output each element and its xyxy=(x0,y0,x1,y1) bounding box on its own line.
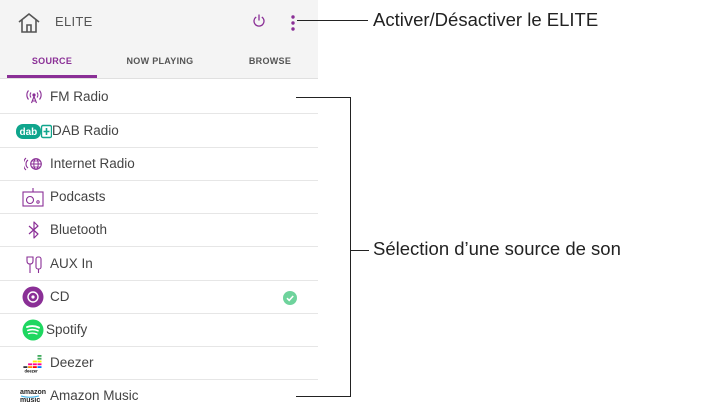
source-item-deezer[interactable]: deezer Deezer xyxy=(0,346,318,380)
source-label: AUX In xyxy=(50,256,93,271)
source-label: Deezer xyxy=(50,355,94,370)
source-item-bluetooth[interactable]: Bluetooth xyxy=(0,213,318,247)
amazon-music-icon: amazon music xyxy=(20,389,46,403)
source-label: Podcasts xyxy=(50,189,106,204)
bluetooth-icon xyxy=(28,221,39,239)
svg-text:deezer: deezer xyxy=(25,369,39,374)
source-callout-line xyxy=(350,250,369,252)
dab-logo-icon: dab xyxy=(16,124,52,139)
source-item-fm-radio[interactable]: FM Radio xyxy=(0,80,318,114)
spotify-icon xyxy=(22,319,44,341)
svg-text:music: music xyxy=(20,397,40,403)
deezer-icon: deezer xyxy=(23,355,42,374)
bracket-top-line xyxy=(296,97,351,99)
app-screen: ELITE SOURCE NOW PLAYING BROWSE FM Radio xyxy=(0,0,318,403)
source-item-podcasts[interactable]: Podcasts xyxy=(0,180,318,214)
power-callout-text: Activer/Désactiver le ELITE xyxy=(373,9,599,30)
source-item-spotify[interactable]: Spotify xyxy=(0,313,318,347)
source-item-dab-radio[interactable]: dab DAB Radio xyxy=(0,114,318,148)
source-label: DAB Radio xyxy=(52,123,119,138)
selected-check-icon xyxy=(283,291,297,305)
podcast-icon xyxy=(22,188,44,207)
source-item-cd[interactable]: CD xyxy=(0,280,318,314)
tab-bar: SOURCE NOW PLAYING BROWSE xyxy=(0,44,318,79)
active-tab-indicator xyxy=(7,75,97,78)
source-label: Internet Radio xyxy=(50,156,135,171)
internet-radio-icon xyxy=(24,157,42,171)
svg-text:dab: dab xyxy=(20,127,38,138)
tab-browse[interactable]: BROWSE xyxy=(225,44,315,78)
cd-icon xyxy=(22,286,44,308)
source-label: CD xyxy=(50,289,70,304)
tab-source[interactable]: SOURCE xyxy=(7,44,97,78)
source-callout-text: Sélection d’une source de son xyxy=(373,238,621,259)
power-icon[interactable] xyxy=(252,13,266,29)
source-item-internet-radio[interactable]: Internet Radio xyxy=(0,147,318,181)
home-icon[interactable] xyxy=(17,12,41,34)
power-callout-line xyxy=(297,20,368,22)
source-label: Amazon Music xyxy=(50,388,139,403)
svg-text:amazon: amazon xyxy=(20,389,46,396)
bracket-vertical-line xyxy=(350,97,352,397)
more-vertical-icon[interactable] xyxy=(289,14,297,32)
source-label: Spotify xyxy=(46,322,88,337)
source-label: Bluetooth xyxy=(50,222,108,237)
tab-now-playing[interactable]: NOW PLAYING xyxy=(110,44,210,78)
source-item-amazon-music[interactable]: amazon music Amazon Music xyxy=(0,379,318,403)
source-label: FM Radio xyxy=(50,89,109,104)
aux-cable-icon xyxy=(26,256,42,273)
top-bar: ELITE xyxy=(0,0,318,44)
device-name: ELITE xyxy=(55,14,93,29)
cutoff-caption xyxy=(373,0,623,2)
bracket-bottom-line xyxy=(296,396,351,398)
fm-radio-icon xyxy=(26,90,42,104)
source-item-aux-in[interactable]: AUX In xyxy=(0,247,318,281)
